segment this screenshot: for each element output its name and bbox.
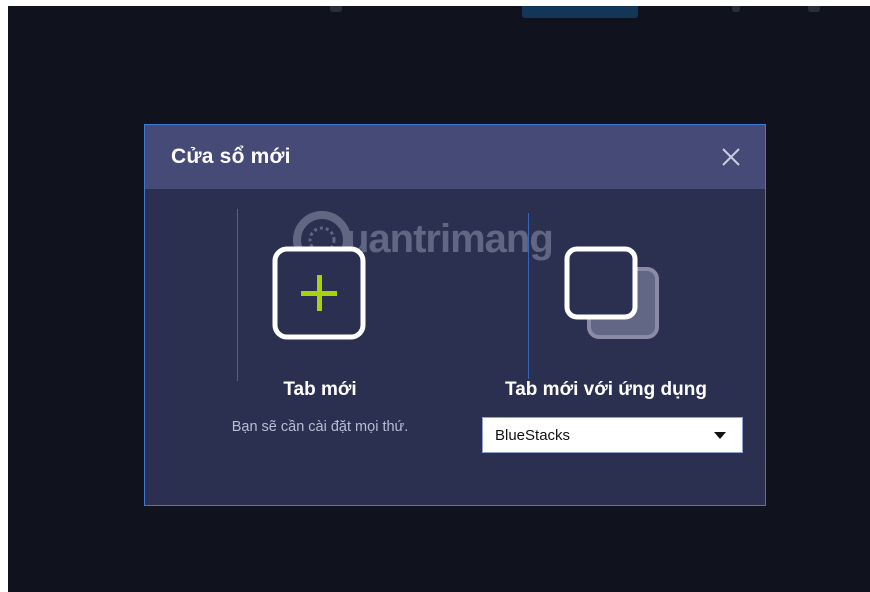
divider	[237, 209, 238, 381]
dialog-title: Cửa sổ mới	[171, 145, 291, 168]
new-tab-with-app-option[interactable]	[563, 243, 667, 347]
chevron-down-icon	[714, 432, 726, 439]
new-tab-description: Bạn sẽ cần cài đặt mọi thứ.	[231, 419, 409, 435]
add-tab-icon	[272, 246, 366, 340]
divider	[528, 213, 529, 379]
toolbar-fragment	[808, 6, 820, 12]
app-background: Cửa sổ mới uantrimang Tab mới Tab mới vớ…	[8, 6, 870, 592]
new-window-dialog: Cửa sổ mới uantrimang Tab mới Tab mới vớ…	[144, 124, 766, 506]
dialog-header: Cửa sổ mới	[145, 125, 765, 189]
watermark-text: uantrimang	[345, 217, 554, 261]
new-tab-label: Tab mới	[283, 379, 357, 400]
close-icon	[722, 148, 740, 166]
new-tab-with-app-label: Tab mới với ứng dụng	[505, 379, 707, 400]
duplicate-tab-icon	[564, 246, 659, 339]
toolbar-fragment	[330, 6, 342, 12]
toolbar-fragment	[732, 6, 740, 12]
app-select-dropdown[interactable]: BlueStacks	[482, 417, 743, 453]
toolbar-active-tab-fragment	[522, 6, 638, 18]
app-select-value: BlueStacks	[495, 427, 571, 444]
new-tab-option[interactable]	[271, 245, 369, 343]
close-button[interactable]	[719, 145, 743, 169]
